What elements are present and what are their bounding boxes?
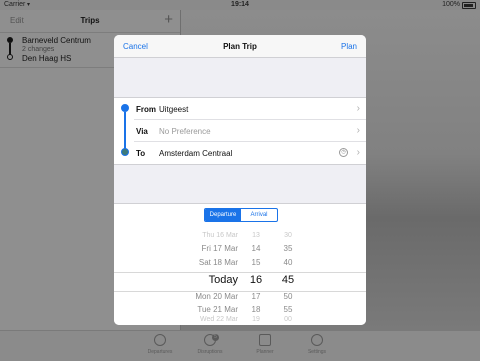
trip-destination: Den Haag HS [22,54,72,63]
destination-dot-icon [7,54,13,60]
from-label: From [136,105,156,114]
status-bar: Carrier ▾ 19:14 100% [0,0,480,10]
picker-row[interactable]: Mon 20 Mar 17 50 [114,292,366,306]
sidebar-title: Trips [80,16,100,25]
clock-icon [154,334,166,346]
modal-header: Cancel Plan Trip Plan [114,35,366,58]
from-value: Uitgeest [159,105,189,114]
time-picker-area: Departure Arrival Thu 16 Mar 13 30 Fri 1… [114,203,366,325]
tab-label: Departures [147,349,173,355]
picker-row-selected[interactable]: Today 16 45 [114,274,366,288]
plan-trip-modal: Cancel Plan Trip Plan From Uitgeest › Vi… [114,35,366,325]
chevron-right-icon: › [356,125,360,136]
modal-title: Plan Trip [223,42,257,51]
selected-minute: 45 [281,274,295,286]
segment-arrival[interactable]: Arrival [241,209,277,221]
gear-icon [311,334,323,346]
tab-label: Settings [307,349,327,355]
tab-label: Disruptions [197,349,223,355]
to-row[interactable]: To Amsterdam Centraal ◷ › [114,142,366,164]
disruptions-badge: 5 [212,334,219,341]
planner-icon [259,334,271,346]
tab-label: Planner [256,349,274,355]
chevron-right-icon: › [356,147,360,158]
battery-icon [462,2,476,9]
selected-hour: 16 [249,274,263,286]
via-label: Via [136,127,148,136]
to-value: Amsterdam Centraal [159,149,233,158]
via-placeholder: No Preference [159,127,211,136]
date-time-picker[interactable]: Thu 16 Mar 13 30 Fri 17 Mar 14 35 Sat 18… [114,228,366,325]
tab-disruptions[interactable]: 5 Disruptions [190,334,230,355]
route-fields: From Uitgeest › Via No Preference › To A… [114,97,366,165]
status-time: 19:14 [231,1,249,8]
trip-origin: Barneveld Centrum [22,36,91,45]
from-row[interactable]: From Uitgeest › [114,98,366,120]
tab-planner[interactable]: Planner [245,334,285,355]
segment-departure[interactable]: Departure [205,209,241,221]
tab-bar: Departures 5 Disruptions Planner Setting… [0,330,480,361]
trip-changes: 2 changes [22,46,55,53]
picker-row[interactable]: Sat 18 Mar 15 40 [114,258,366,272]
tab-departures[interactable]: Departures [140,334,180,355]
selected-date: Today [208,274,238,286]
add-trip-button[interactable]: + [164,10,173,30]
to-label: To [136,149,146,158]
plan-button[interactable]: Plan [341,42,357,51]
departure-arrival-segment: Departure Arrival [204,208,278,222]
picker-row[interactable]: Wed 22 Mar 19 00 [114,316,366,325]
history-icon[interactable]: ◷ [339,148,348,157]
battery-percent: 100% [442,1,460,8]
via-row[interactable]: Via No Preference › [114,120,366,142]
picker-row[interactable]: Fri 17 Mar 14 35 [114,244,366,258]
tab-settings[interactable]: Settings [297,334,337,355]
sidebar-nav-bar: Edit Trips + [0,10,180,33]
chevron-right-icon: › [356,103,360,114]
